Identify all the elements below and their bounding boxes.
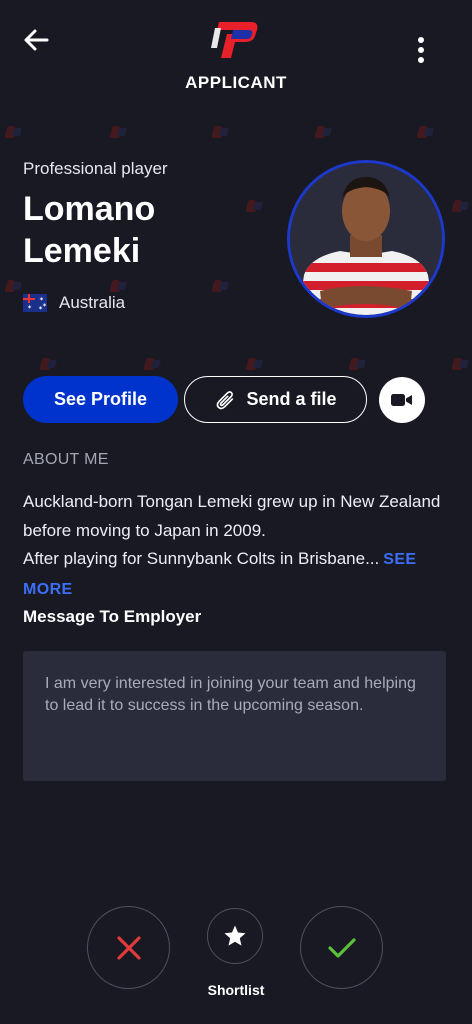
applicant-country: ✶ ✶ ✶ ✶ Australia — [23, 293, 125, 313]
accept-button[interactable] — [300, 906, 383, 989]
app-logo — [211, 22, 258, 58]
message-text: I am very interested in joining your tea… — [23, 651, 446, 781]
action-row: See Profile Send a file — [23, 376, 433, 423]
paperclip-icon — [217, 390, 234, 409]
about-heading: ABOUT ME — [23, 451, 109, 468]
more-options-button[interactable] — [408, 32, 434, 68]
send-file-button[interactable]: Send a file — [184, 376, 367, 423]
australia-flag-icon: ✶ ✶ ✶ ✶ — [23, 294, 47, 312]
shortlist-button[interactable] — [207, 908, 263, 964]
page-title: APPLICANT — [185, 73, 287, 92]
about-text-line2: After playing for Sunnybank Colts in Bri… — [23, 549, 380, 568]
video-camera-icon — [391, 394, 412, 406]
see-profile-button[interactable]: See Profile — [23, 376, 178, 423]
more-vertical-icon — [418, 37, 424, 43]
applicant-role: Professional player — [23, 159, 168, 178]
country-label: Australia — [59, 293, 126, 312]
shortlist-label: Shortlist — [207, 982, 265, 998]
reject-button[interactable] — [87, 906, 170, 989]
message-heading: Message To Employer — [23, 607, 202, 626]
applicant-name: Lomano Lemeki — [23, 190, 156, 270]
avatar — [287, 160, 445, 318]
video-call-button[interactable] — [379, 377, 425, 423]
checkmark-icon — [327, 937, 356, 958]
about-text-line1: Auckland-born Tongan Lemeki grew up in N… — [23, 492, 441, 540]
top-bar: APPLICANT — [0, 0, 472, 100]
star-icon — [224, 925, 246, 946]
send-file-label: Send a file — [246, 389, 337, 409]
close-icon — [116, 935, 141, 960]
about-text: Auckland-born Tongan Lemeki grew up in N… — [23, 488, 463, 604]
back-button[interactable] — [20, 24, 52, 56]
arrow-left-icon — [24, 29, 49, 51]
